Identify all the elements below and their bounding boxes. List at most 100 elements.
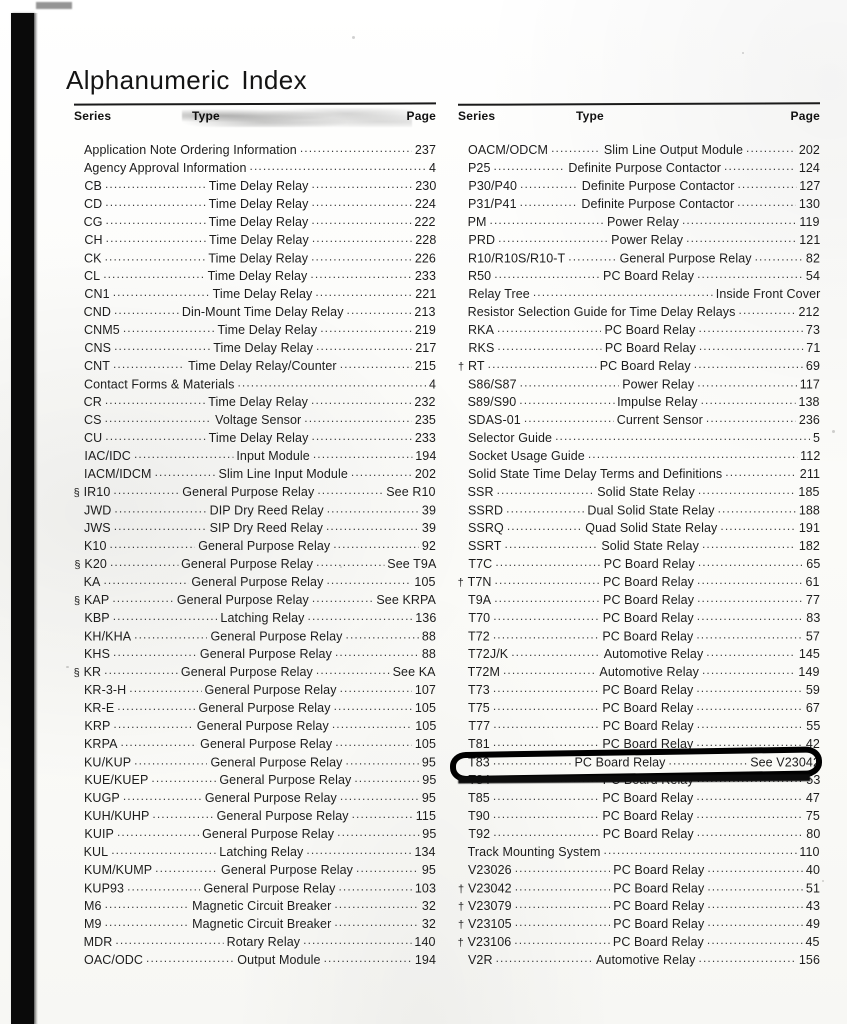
dot-leader [316,663,390,677]
dot-leader [493,699,600,713]
row-series: KH/KHA [84,629,132,644]
row-page: 105 [414,737,436,751]
dot-leader [105,249,206,263]
row-type: SIP Dry Reed Relay [209,521,323,535]
dot-leader [134,447,233,461]
dot-leader [316,555,384,569]
dot-leader [511,645,601,659]
row-type: Rotary Relay [226,935,301,949]
dot-leader [737,195,796,209]
row-series: CD [84,197,103,211]
row-type: Solid State Relay [597,485,695,499]
row-page: 47 [805,791,820,805]
index-row: KRPA General Purpose Relay 105 [74,737,436,755]
row-page: 237 [414,143,436,157]
row-type: PC Board Relay [602,827,694,841]
row-page: 105 [414,575,436,589]
dot-leader [493,753,572,767]
dot-leader [335,645,419,659]
dot-leader [346,627,419,641]
row-type: PC Board Relay [612,935,704,949]
row-type: General Purpose Relay [181,557,314,571]
row-series: KUH/KUHP [84,809,150,823]
row-series: T9A [468,593,492,607]
row-series: CN1 [84,287,110,301]
dot-leader [755,249,803,263]
row-page: 75 [805,809,820,823]
row-page: 95 [421,755,436,770]
row-type: PC Board Relay [602,611,694,625]
book-gutter-shadow [11,13,34,1024]
dot-leader [351,465,412,479]
index-row: V23026 PC Board Relay 40 [458,863,820,881]
row-type: General Purpose Relay [203,881,336,896]
row-page: 107 [414,683,436,697]
row-type: Magnetic Circuit Breaker [192,917,332,931]
row-type: PC Board Relay [613,899,705,913]
dot-leader [134,753,207,767]
row-type: Voltage Sensor [215,413,302,427]
row-page: 149 [798,665,820,679]
dot-leader [682,213,796,227]
row-type: Definite Purpose Contactor [581,179,735,193]
header-series: Series [74,109,112,123]
row-type: General Purpose Relay [210,755,343,770]
dot-leader [519,393,614,407]
row-page: 232 [414,395,436,409]
header-page: Page [406,109,436,123]
index-row: KUM/KUMP General Purpose Relay 95 [74,863,436,881]
section-mark-icon: § [74,595,81,607]
row-series: IR10 [83,485,111,499]
row-series: KRPA [84,737,118,751]
dot-leader [724,159,796,173]
dot-leader [340,681,412,695]
dot-leader [346,753,419,767]
scan-speck [742,52,744,54]
dot-leader [306,843,411,857]
row-series: Track Mounting System [467,845,601,859]
row-page: 105 [414,701,436,715]
row-page: 134 [414,845,436,859]
row-page: 83 [806,611,821,625]
row-series: SSRD [468,503,504,518]
row-page: 105 [415,719,437,733]
dot-leader [697,717,804,731]
dot-leader [114,339,210,353]
row-page: 194 [415,449,437,463]
row-page: 221 [415,287,437,301]
dot-leader [334,897,419,911]
dot-leader [115,933,223,947]
row-type: General Purpose Relay [182,485,315,499]
dot-leader [505,537,599,551]
row-page: 92 [421,539,436,553]
row-series: T72J/K [468,647,509,661]
dot-leader [490,213,604,227]
dot-leader [326,573,411,587]
dot-leader [311,213,411,227]
row-type: Power Relay [622,377,695,392]
index-row: CH Time Delay Relay 228 [74,233,436,251]
row-type: Definite Purpose Contactor [581,197,735,211]
dot-leader [707,879,803,893]
row-series: CNM5 [84,323,120,337]
header-page: Page [790,109,820,123]
row-page: 202 [798,143,820,157]
dot-leader [300,141,412,155]
dot-leader [354,771,419,785]
row-series: KR-E [84,701,115,715]
row-page: 233 [414,269,436,283]
index-row: CNT Time Delay Relay/Counter 215 [74,359,436,377]
row-type: General Purpose Relay [210,629,343,644]
row-type: Latching Relay [219,845,304,859]
row-page: 4 [428,377,436,392]
index-row: †RT PC Board Relay 69 [458,359,820,377]
row-series: OAC/ODC [84,953,144,967]
dot-leader [347,303,412,317]
dot-leader [697,591,803,605]
row-type: PC Board Relay [574,755,666,770]
row-type: Time Delay Relay/Counter [188,359,337,373]
dot-leader [105,897,190,911]
dot-leader [311,195,411,209]
row-type: PC Board Relay [613,881,705,896]
dot-leader [568,249,616,263]
